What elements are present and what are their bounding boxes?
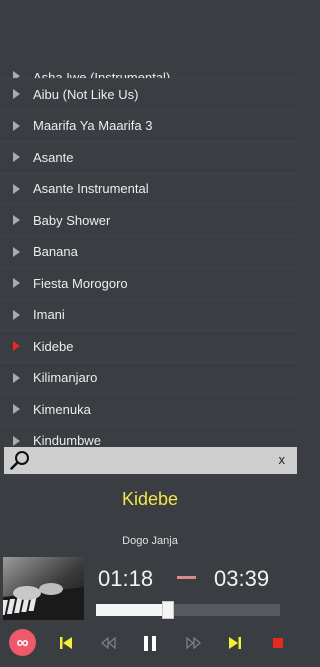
song-title: Fiesta Morogoro [33,275,128,291]
list-item[interactable]: Fiesta Morogoro [0,268,300,300]
seek-progress [96,604,163,616]
clear-search-button[interactable]: x [279,452,286,467]
list-item[interactable]: Kimenuka [0,394,300,426]
song-title: Maarifa Ya Maarifa 3 [33,118,153,134]
expand-arrow-icon [13,309,20,320]
song-title: Kindumbwe [33,433,101,446]
list-item[interactable]: Asante Instrumental [0,174,300,205]
song-title: Banana [33,244,78,260]
list-item[interactable]: Kilimanjaro [0,363,300,394]
expand-arrow-icon [13,435,20,446]
expand-arrow-icon [13,152,20,163]
expand-arrow-icon [13,120,20,131]
search-bar: x [4,447,297,474]
loop-button[interactable]: ∞ [9,629,36,656]
now-playing-artist: Dogo Janja [122,535,178,547]
total-time: 03:39 [214,566,270,591]
expand-arrow-icon [13,183,20,194]
list-item[interactable]: Asante [0,142,300,174]
stop-icon [273,638,283,648]
list-item[interactable]: Baby Shower [0,205,300,237]
skip-next-icon [229,637,241,649]
list-item[interactable]: Aibu (Not Like Us) [0,79,300,111]
list-item[interactable]: Kindumbwe [0,426,300,446]
now-playing-title: Kidebe [121,489,179,509]
time-separator [177,576,196,579]
skip-previous-icon [60,637,72,649]
stop-button[interactable] [265,630,291,656]
list-item[interactable]: Imani [0,300,300,331]
seek-bar[interactable] [96,601,280,619]
expand-arrow-icon [13,89,20,100]
list-item-active[interactable]: Kidebe [0,331,300,363]
song-title: Asante Instrumental [33,181,149,197]
song-title: Asha Iwe (Instrumental) [33,70,171,79]
song-title: Kilimanjaro [33,370,98,386]
expand-arrow-icon [13,215,20,226]
list-item[interactable]: Asha Iwe (Instrumental) [0,67,300,79]
list-item[interactable]: Maarifa Ya Maarifa 3 [0,111,300,142]
song-title: Asante [33,149,74,165]
skip-next-button[interactable] [222,630,248,656]
infinity-icon: ∞ [16,633,29,652]
current-time: 01:18 [98,566,154,591]
song-title: Kidebe [33,338,74,354]
expand-arrow-icon [13,278,20,289]
expand-arrow-icon [13,372,20,383]
top-bar [0,0,300,67]
play-arrow-icon [13,341,20,352]
search-icon[interactable] [10,450,30,470]
fast-forward-icon [185,637,201,649]
rewind-icon [100,637,116,649]
song-title: Aibu (Not Like Us) [33,86,139,102]
list-item[interactable]: Banana [0,237,300,268]
fast-forward-button[interactable] [180,630,206,656]
song-title: Imani [33,307,65,323]
expand-arrow-icon [13,404,20,415]
song-list[interactable]: Asha Iwe (Instrumental) Aibu (Not Like U… [0,67,300,446]
skip-previous-button[interactable] [53,630,79,656]
seek-thumb[interactable] [162,601,175,619]
song-title: Kimenuka [33,401,91,417]
playback-controls: ∞ [0,628,300,658]
pause-button[interactable] [137,630,163,656]
pause-icon [144,635,156,651]
song-title: Baby Shower [33,212,111,228]
expand-arrow-icon [13,71,20,78]
rewind-button[interactable] [95,630,121,656]
search-input[interactable] [30,447,297,474]
expand-arrow-icon [13,246,20,257]
album-art [3,557,84,620]
